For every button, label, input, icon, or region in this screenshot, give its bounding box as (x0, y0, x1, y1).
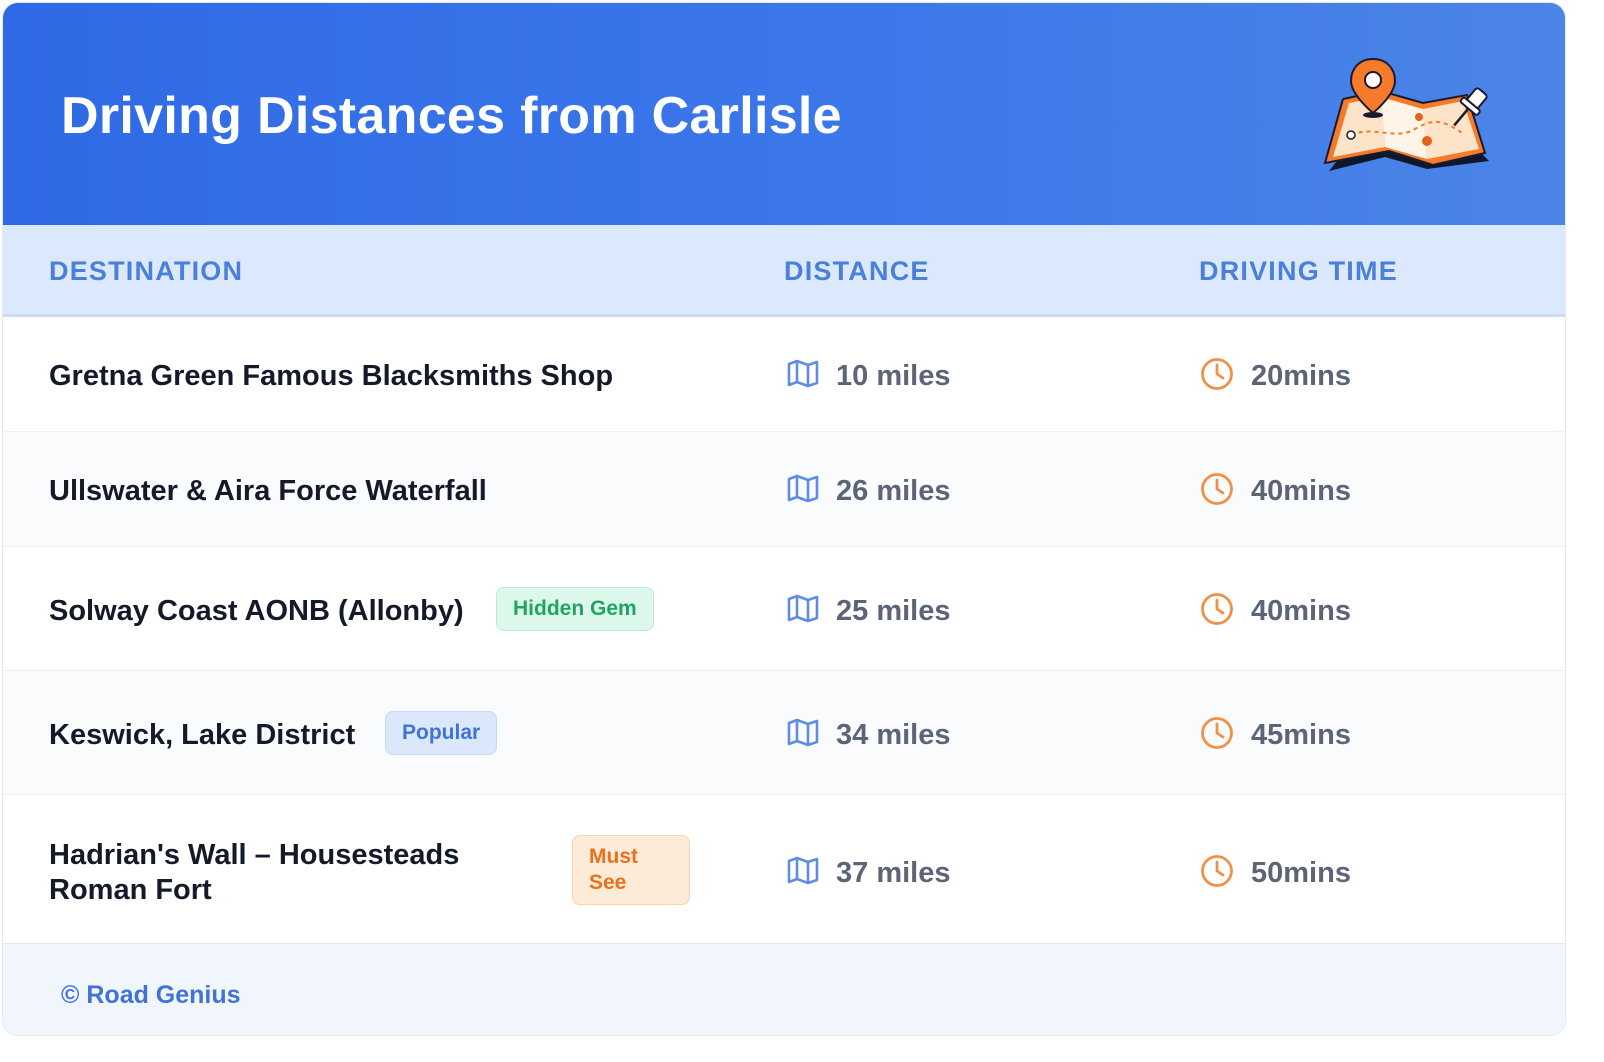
destination-name: Keswick, Lake District (49, 719, 356, 751)
clock-icon (1201, 717, 1233, 749)
distance-value: 34 miles (836, 719, 951, 751)
map-with-pins-illustration (1323, 57, 1489, 171)
driving-time-value: 45mins (1251, 719, 1351, 751)
map-icon (787, 856, 819, 885)
driving-time-value: 20mins (1251, 360, 1351, 392)
footer-credit: © Road Genius (61, 981, 241, 1009)
table-header: DESTINATION DISTANCE DRIVING TIME (3, 225, 1565, 317)
map-icon (787, 359, 819, 388)
destination-name-line-1: Hadrian's Wall – Housesteads (49, 839, 460, 871)
destination-name: Gretna Green Famous Blacksmiths Shop (49, 360, 614, 392)
destination-name-line-2: Roman Fort (49, 874, 212, 906)
must-see-badge: Must See (572, 835, 690, 905)
driving-time-value: 40mins (1251, 475, 1351, 507)
distance-card: Driving Distances from Carlisle DESTINAT… (2, 2, 1566, 1036)
clock-icon (1201, 358, 1233, 390)
destination-name: Ullswater & Aira Force Waterfall (49, 475, 487, 507)
must-see-badge-line-1: Must (589, 845, 638, 868)
table-row: Gretna Green Famous Blacksmiths Shop 10 … (3, 317, 1565, 432)
map-icon (787, 474, 819, 503)
popular-badge: Popular (385, 711, 498, 755)
must-see-badge-line-2: See (589, 871, 627, 894)
card-header: Driving Distances from Carlisle (3, 3, 1565, 225)
clock-icon (1201, 473, 1233, 505)
column-header-distance: DISTANCE (784, 256, 930, 286)
table-row: Keswick, Lake District Popular 34 miles … (3, 671, 1565, 795)
driving-time-value: 50mins (1251, 857, 1351, 889)
map-icon (787, 594, 819, 623)
table-row: Ullswater & Aira Force Waterfall 26 mile… (3, 432, 1565, 547)
clock-icon (1201, 593, 1233, 625)
hidden-gem-badge: Hidden Gem (496, 587, 654, 631)
table-row: Hadrian's Wall – Housesteads Roman Fort … (3, 795, 1565, 943)
destination-name: Solway Coast AONB (Allonby) (49, 595, 464, 627)
card-footer: © Road Genius (3, 943, 1565, 1035)
column-header-driving-time: DRIVING TIME (1199, 256, 1398, 286)
distance-value: 25 miles (836, 595, 951, 627)
distance-value: 26 miles (836, 475, 951, 507)
table-row: Solway Coast AONB (Allonby) Hidden Gem 2… (3, 547, 1565, 671)
page-title: Driving Distances from Carlisle (61, 87, 842, 145)
column-header-destination: DESTINATION (49, 256, 244, 286)
distance-value: 37 miles (836, 857, 951, 889)
map-icon (787, 718, 819, 747)
clock-icon (1201, 855, 1233, 887)
driving-time-value: 40mins (1251, 595, 1351, 627)
distance-value: 10 miles (836, 360, 951, 392)
